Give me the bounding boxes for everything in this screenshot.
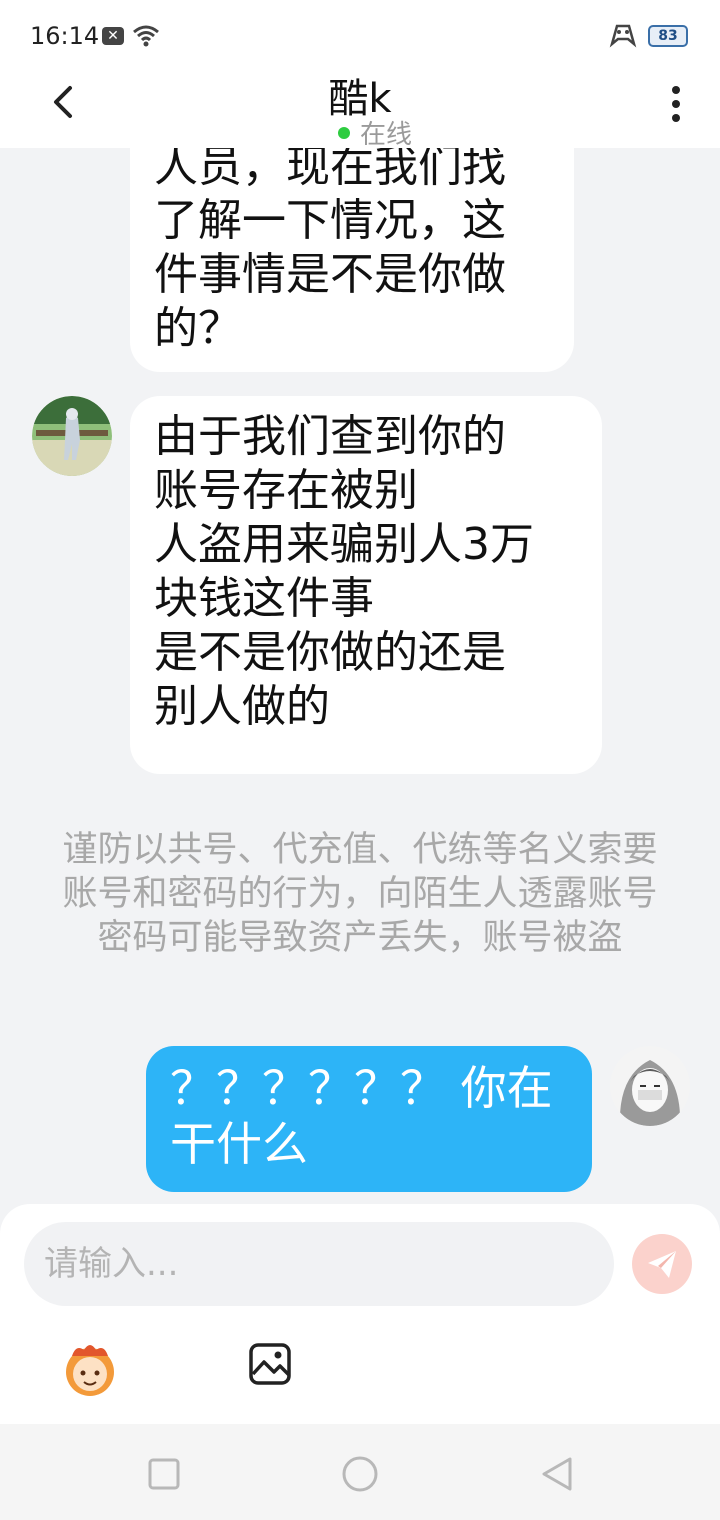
message-bubble-incoming[interactable]: 人员，现在我们找 了解一下情况，这 件事情是不是你做 的？ [130,148,574,372]
online-status-label: 在线 [360,120,413,150]
message-line: 是不是你做的还是 [154,627,506,678]
online-dot-icon [338,126,350,139]
message-line: 块钱这件事 [154,573,374,624]
recent-apps-button[interactable] [144,1454,184,1494]
security-notice: 谨防以共号、代充值、代练等名义索要账号和密码的行为，向陌生人透露账号密码可能导致… [62,830,658,958]
message-line: 别人做的 [154,681,330,732]
status-time: 16:14 [30,22,100,50]
message-line: 人盗用来骗别人3万 [154,519,534,570]
message-line: 由于我们查到你的 [154,411,506,462]
contact-avatar[interactable] [32,396,112,476]
message-input[interactable] [24,1222,614,1306]
game-mode-icon [609,24,637,48]
more-options-button[interactable] [660,80,692,128]
my-avatar[interactable] [610,1046,690,1126]
send-button[interactable] [632,1234,692,1294]
battery-icon: 83 [648,25,688,47]
message-line: 的？ [154,303,242,354]
emoji-button[interactable] [58,1336,122,1400]
message-list[interactable]: 人员，现在我们找 了解一下情况，这 件事情是不是你做 的？ 由于我们查到你的 账… [0,148,720,1204]
nav-back-button[interactable] [538,1454,578,1494]
message-bubble-outgoing[interactable]: ？？？？？？ 你在 干什么 [146,1046,592,1192]
system-nav-bar [0,1424,720,1520]
message-line: ？？？？？？ 你在 [170,1061,553,1115]
wifi-icon [133,25,159,47]
message-line: 人员，现在我们找 [154,148,506,192]
status-bar: 16:14 ✕ 83 [0,0,720,72]
home-button[interactable] [340,1454,380,1494]
message-line: 件事情是不是你做 [154,249,506,300]
message-line: 干什么 [170,1117,308,1171]
online-status: 在线 [338,114,412,151]
send-icon [648,1251,676,1278]
chat-header: 酷k 在线 [0,72,720,151]
message-line: 了解一下情况，这 [154,195,506,246]
image-picker-button[interactable] [246,1340,294,1388]
message-line: 账号存在被别 [154,465,418,516]
message-bubble-incoming[interactable]: 由于我们查到你的 账号存在被别 人盗用来骗别人3万 块钱这件事 是不是你做的还是… [130,396,602,774]
composer-panel [0,1204,720,1424]
notification-x-icon: ✕ [102,27,124,45]
